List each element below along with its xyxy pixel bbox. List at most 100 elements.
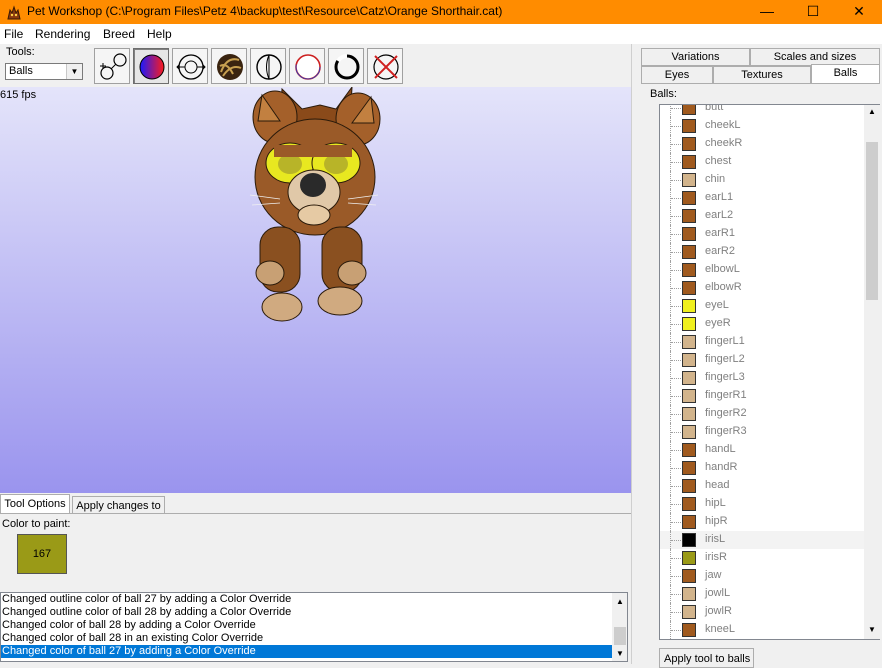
ball-color-swatch[interactable] xyxy=(682,569,696,583)
ball-color-swatch[interactable] xyxy=(682,281,696,295)
ball-color-swatch[interactable] xyxy=(682,623,696,637)
log-scroll-thumb[interactable] xyxy=(614,627,626,645)
ball-color-swatch[interactable] xyxy=(682,425,696,439)
ball-item-earR1[interactable]: earR1 xyxy=(660,225,865,243)
ball-item-chest[interactable]: chest xyxy=(660,153,865,171)
scroll-up-icon[interactable]: ▲ xyxy=(616,597,624,606)
ball-item-butt[interactable]: butt xyxy=(660,105,865,117)
ball-color-swatch[interactable] xyxy=(682,299,696,313)
ball-color-swatch[interactable] xyxy=(682,551,696,565)
ball-color-swatch[interactable] xyxy=(682,605,696,619)
color-swatch[interactable]: 167 xyxy=(17,534,67,574)
ball-color-swatch[interactable] xyxy=(682,461,696,475)
tab-tool-options[interactable]: Tool Options xyxy=(0,494,70,513)
ball-color-swatch[interactable] xyxy=(682,173,696,187)
ball-color-swatch[interactable] xyxy=(682,227,696,241)
ball-name-label: fingerL3 xyxy=(705,371,745,383)
scroll-down-icon[interactable]: ▼ xyxy=(616,649,624,658)
ball-color-swatch[interactable] xyxy=(682,479,696,493)
outline-color-tool-button[interactable] xyxy=(289,48,325,84)
ball-color-swatch[interactable] xyxy=(682,371,696,385)
menu-help[interactable]: Help xyxy=(147,27,172,41)
ball-item-fingerL2[interactable]: fingerL2 xyxy=(660,351,865,369)
ball-item-fingerR3[interactable]: fingerR3 xyxy=(660,423,865,441)
ball-item-cheekR[interactable]: cheekR xyxy=(660,135,865,153)
ball-color-swatch[interactable] xyxy=(682,497,696,511)
ball-color-swatch[interactable] xyxy=(682,443,696,457)
tab-eyes[interactable]: Eyes xyxy=(641,66,713,84)
ball-color-swatch[interactable] xyxy=(682,155,696,169)
ball-item-elbowL[interactable]: elbowL xyxy=(660,261,865,279)
ball-item-eyeL[interactable]: eyeL xyxy=(660,297,865,315)
delete-ball-tool-button[interactable] xyxy=(367,48,403,84)
scroll-down-icon[interactable]: ▼ xyxy=(868,625,876,634)
tab-balls[interactable]: Balls xyxy=(811,64,880,84)
pet-viewport[interactable]: 615 fps xyxy=(0,87,631,493)
apply-tool-to-balls-button[interactable]: Apply tool to balls xyxy=(659,648,754,668)
cat-model[interactable] xyxy=(240,87,390,327)
ball-color-swatch[interactable] xyxy=(682,587,696,601)
maximize-button[interactable]: ☐ xyxy=(790,0,836,24)
ball-item-eyeR[interactable]: eyeR xyxy=(660,315,865,333)
ball-item-jowlL[interactable]: jowlL xyxy=(660,585,865,603)
minimize-button[interactable]: — xyxy=(744,0,790,24)
ball-item-earL2[interactable]: earL2 xyxy=(660,207,865,225)
tab-textures[interactable]: Textures xyxy=(713,66,811,84)
ball-item-fingerL3[interactable]: fingerL3 xyxy=(660,369,865,387)
ball-item-fingerR2[interactable]: fingerR2 xyxy=(660,405,865,423)
ball-item-elbowR[interactable]: elbowR xyxy=(660,279,865,297)
ball-color-swatch[interactable] xyxy=(682,389,696,403)
ball-item-earL1[interactable]: earL1 xyxy=(660,189,865,207)
ball-color-swatch[interactable] xyxy=(682,335,696,349)
tab-variations[interactable]: Variations xyxy=(641,48,750,66)
ball-item-fingerR1[interactable]: fingerR1 xyxy=(660,387,865,405)
outline-width-tool-button[interactable] xyxy=(328,48,364,84)
close-button[interactable]: ✕ xyxy=(836,0,882,24)
pane-splitter[interactable] xyxy=(631,44,638,664)
ball-color-swatch[interactable] xyxy=(682,533,696,547)
ball-item-head[interactable]: head xyxy=(660,477,865,495)
ball-item-jowlR[interactable]: jowlR xyxy=(660,603,865,621)
menu-rendering[interactable]: Rendering xyxy=(35,27,90,41)
ball-item-hipL[interactable]: hipL xyxy=(660,495,865,513)
balls-tree[interactable]: butt cheekL cheekR chest chin earL1 earL2 earR1… xyxy=(659,104,880,640)
ball-item-cheekL[interactable]: cheekL xyxy=(660,117,865,135)
ball-item-earR2[interactable]: earR2 xyxy=(660,243,865,261)
ball-color-swatch[interactable] xyxy=(682,209,696,223)
balls-scroll-thumb[interactable] xyxy=(866,142,878,300)
connect-balls-tool-button[interactable] xyxy=(94,48,130,84)
menu-file[interactable]: File xyxy=(4,27,23,41)
ball-item-chin[interactable]: chin xyxy=(660,171,865,189)
fuzz-tool-button[interactable] xyxy=(250,48,286,84)
scroll-up-icon[interactable]: ▲ xyxy=(868,107,876,116)
ball-item-handL[interactable]: handL xyxy=(660,441,865,459)
resize-ball-tool-button[interactable] xyxy=(172,48,208,84)
ball-color-swatch[interactable] xyxy=(682,407,696,421)
menu-breed[interactable]: Breed xyxy=(103,27,135,41)
ball-color-swatch[interactable] xyxy=(682,263,696,277)
ball-color-swatch[interactable] xyxy=(682,515,696,529)
ball-color-swatch[interactable] xyxy=(682,105,696,115)
log-scrollbar[interactable]: ▲ ▼ xyxy=(612,593,627,661)
ball-item-hipR[interactable]: hipR xyxy=(660,513,865,531)
tree-connector xyxy=(671,576,681,577)
change-log[interactable]: Changed outline color of ball 27 by addi… xyxy=(0,592,628,662)
paint-color-tool-button[interactable] xyxy=(133,48,169,84)
ball-item-jaw[interactable]: jaw xyxy=(660,567,865,585)
ball-name-label: handR xyxy=(705,461,738,473)
ball-color-swatch[interactable] xyxy=(682,119,696,133)
ball-color-swatch[interactable] xyxy=(682,245,696,259)
ball-color-swatch[interactable] xyxy=(682,353,696,367)
texture-tool-button[interactable] xyxy=(211,48,247,84)
ball-item-handR[interactable]: handR xyxy=(660,459,865,477)
ball-color-swatch[interactable] xyxy=(682,317,696,331)
ball-color-swatch[interactable] xyxy=(682,137,696,151)
ball-color-swatch[interactable] xyxy=(682,191,696,205)
ball-item-fingerL1[interactable]: fingerL1 xyxy=(660,333,865,351)
chevron-down-icon[interactable]: ▼ xyxy=(66,64,82,79)
tools-dropdown[interactable]: Balls ▼ xyxy=(5,63,83,80)
tree-connector xyxy=(671,342,681,343)
ball-item-kneeL[interactable]: kneeL xyxy=(660,621,865,639)
ball-item-irisR[interactable]: irisR xyxy=(660,549,865,567)
ball-item-irisL[interactable]: irisL xyxy=(660,531,865,549)
